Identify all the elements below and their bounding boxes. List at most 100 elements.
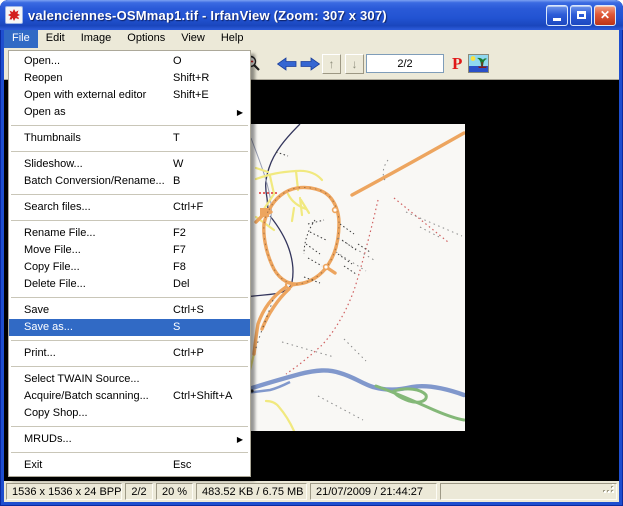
forward-arrow-icon — [300, 57, 320, 71]
menu-item-label: Thumbnails — [24, 132, 81, 144]
menu-item-label: Reopen — [24, 72, 63, 84]
statusbar-empty — [440, 483, 617, 500]
menu-item-shortcut: B — [173, 173, 180, 190]
menubar-item-view[interactable]: View — [173, 30, 213, 48]
back-arrow-icon — [277, 57, 297, 71]
file-menu-item-save-as[interactable]: Save as... S — [9, 319, 250, 336]
file-menu-item-reopen[interactable]: Reopen Shift+R — [9, 70, 250, 87]
file-menu-item-select-twain-source[interactable]: Select TWAIN Source... — [9, 371, 250, 388]
menu-item-shortcut: S — [173, 319, 180, 336]
menu-item-shortcut: Shift+R — [173, 70, 209, 87]
menu-item-label: Print... — [24, 347, 56, 359]
menu-item-shortcut: F7 — [173, 242, 186, 259]
next-image-button[interactable] — [300, 57, 320, 76]
file-menu-item-batch-conversion-rename[interactable]: Batch Conversion/Rename... B — [9, 173, 250, 190]
menu-item-label: Move File... — [24, 244, 81, 256]
file-menu-item-save[interactable]: Save Ctrl+S — [9, 302, 250, 319]
menu-item-shortcut: Del — [173, 276, 190, 293]
maximize-button[interactable] — [570, 5, 592, 26]
file-menu-item-delete-file[interactable]: Delete File... Del — [9, 276, 250, 293]
file-menu-item-copy-shop[interactable]: Copy Shop... — [9, 405, 250, 422]
menu-item-shortcut: T — [173, 130, 180, 147]
file-menu-item-exit[interactable]: Exit Esc — [9, 457, 250, 474]
menu-separator — [11, 426, 248, 427]
menu-item-shortcut: Ctrl+F — [173, 199, 203, 216]
minimize-icon — [553, 18, 561, 21]
menu-item-label: Copy Shop... — [24, 407, 88, 419]
menu-item-label: Save — [24, 304, 49, 316]
menu-item-label: Exit — [24, 459, 42, 471]
menu-item-label: Open with external editor — [24, 89, 146, 101]
image-thumbnail-button[interactable] — [468, 54, 489, 78]
minimize-button[interactable] — [546, 5, 568, 26]
beach-image-icon — [468, 54, 489, 73]
menu-item-shortcut: Shift+E — [173, 87, 209, 104]
page-number-field[interactable] — [366, 54, 444, 73]
menu-separator — [11, 125, 248, 126]
file-menu-item-open[interactable]: Open... O — [9, 53, 250, 70]
menu-item-label: Open... — [24, 55, 60, 67]
irfanview-app-icon — [5, 6, 23, 24]
file-size: 483.52 KB / 6.75 MB — [196, 483, 307, 500]
file-menu-item-open-as[interactable]: Open as ▶ — [9, 104, 250, 121]
menu-item-shortcut: O — [173, 53, 182, 70]
page-up-button[interactable]: ↑ — [322, 54, 341, 74]
menu-item-label: MRUDs... — [24, 433, 72, 445]
menu-item-label: Rename File... — [24, 227, 96, 239]
file-menu-item-mruds[interactable]: MRUDs... ▶ — [9, 431, 250, 448]
menubar-item-edit[interactable]: Edit — [38, 30, 73, 48]
menu-item-label: Acquire/Batch scanning... — [24, 390, 149, 402]
down-arrow-icon: ↓ — [352, 58, 358, 70]
file-menu-item-search-files[interactable]: Search files... Ctrl+F — [9, 199, 250, 216]
file-menu-item-open-with-external-editor[interactable]: Open with external editor Shift+E — [9, 87, 250, 104]
file-menu-item-rename-file[interactable]: Rename File... F2 — [9, 225, 250, 242]
menubar-item-image[interactable]: Image — [73, 30, 120, 48]
file-datetime: 21/07/2009 / 21:44:27 — [310, 483, 437, 500]
menu-item-shortcut: Ctrl+Shift+A — [173, 388, 232, 405]
menubar-item-file[interactable]: File — [4, 30, 38, 48]
statusbar: 1536 x 1536 x 24 BPP2/220 %483.52 KB / 6… — [4, 481, 619, 502]
file-menu-item-thumbnails[interactable]: Thumbnails T — [9, 130, 250, 147]
menu-item-shortcut: Ctrl+S — [173, 302, 204, 319]
image-dimensions: 1536 x 1536 x 24 BPP — [6, 483, 122, 500]
menu-item-label: Delete File... — [24, 278, 86, 290]
window-title: valenciennes-OSMmap1.tif - IrfanView (Zo… — [28, 8, 546, 23]
submenu-arrow-icon: ▶ — [237, 104, 243, 121]
menubar-item-options[interactable]: Options — [119, 30, 173, 48]
file-menu-item-copy-file[interactable]: Copy File... F8 — [9, 259, 250, 276]
menubar-item-help[interactable]: Help — [213, 30, 252, 48]
menu-separator — [11, 340, 248, 341]
menu-item-label: Select TWAIN Source... — [24, 373, 140, 385]
close-icon: ✕ — [600, 9, 610, 21]
menu-item-label: Search files... — [24, 201, 91, 213]
file-menu-item-acquire-batch-scanning[interactable]: Acquire/Batch scanning... Ctrl+Shift+A — [9, 388, 250, 405]
menu-item-shortcut: Ctrl+P — [173, 345, 204, 362]
menu-separator — [11, 452, 248, 453]
menu-separator — [11, 366, 248, 367]
titlebar[interactable]: valenciennes-OSMmap1.tif - IrfanView (Zo… — [0, 0, 623, 30]
menu-item-shortcut: F2 — [173, 225, 186, 242]
menu-item-label: Save as... — [24, 321, 73, 333]
menu-item-shortcut: F8 — [173, 259, 186, 276]
menu-item-shortcut: W — [173, 156, 183, 173]
submenu-arrow-icon: ▶ — [237, 431, 243, 448]
page-down-button[interactable]: ↓ — [345, 54, 364, 74]
menu-separator — [11, 151, 248, 152]
menu-item-shortcut: Esc — [173, 457, 191, 474]
file-menu-item-move-file[interactable]: Move File... F7 — [9, 242, 250, 259]
zoom-percent: 20 % — [156, 483, 193, 500]
file-menu-item-slideshow[interactable]: Slideshow...W — [9, 156, 250, 173]
close-button[interactable]: ✕ — [594, 5, 616, 26]
up-arrow-icon: ↑ — [329, 58, 335, 70]
file-menu-item-print[interactable]: Print... Ctrl+P — [9, 345, 250, 362]
maximize-icon — [577, 11, 586, 19]
menu-item-label: Open as — [24, 106, 66, 118]
menu-separator — [11, 220, 248, 221]
menu-separator — [11, 297, 248, 298]
resize-grip[interactable] — [603, 483, 615, 498]
menu-item-label: Batch Conversion/Rename... — [24, 175, 165, 187]
previous-image-button[interactable] — [277, 57, 297, 76]
p-toolbar-button[interactable]: P — [452, 55, 462, 72]
menu-item-label: Copy File... — [24, 261, 80, 273]
page-indicator: 2/2 — [125, 483, 153, 500]
